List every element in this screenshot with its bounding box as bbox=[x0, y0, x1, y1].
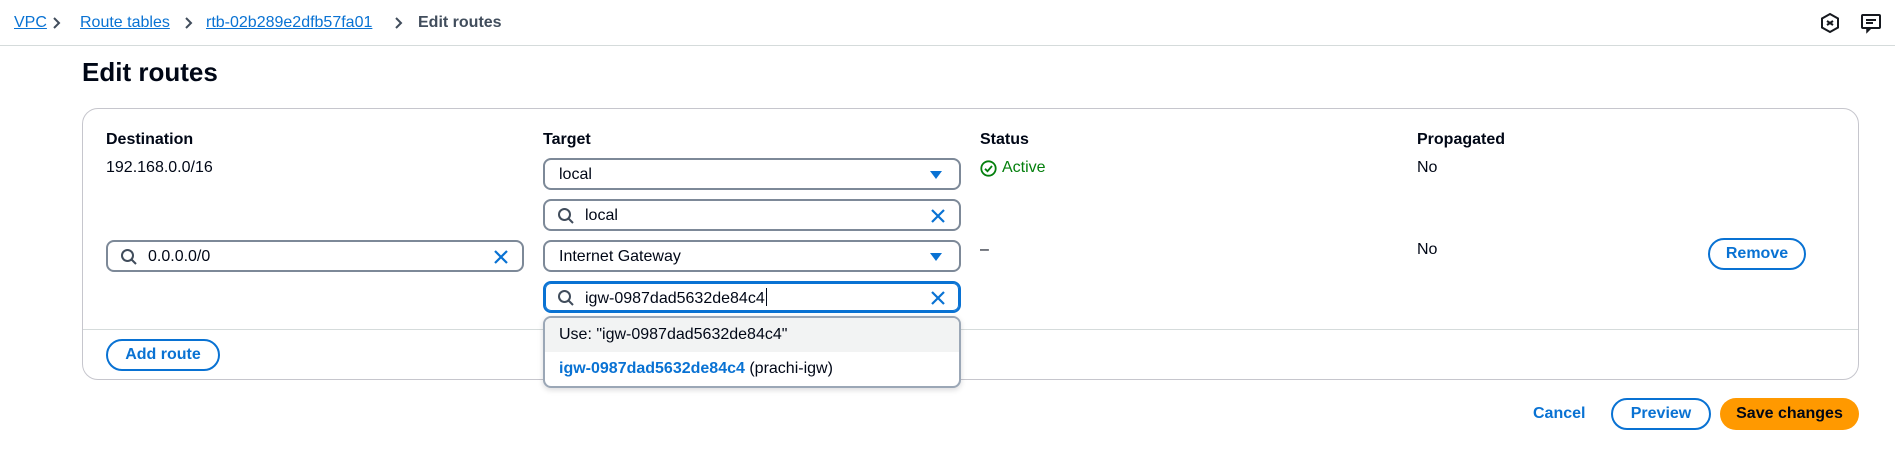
feedback-icon[interactable] bbox=[1860, 12, 1882, 34]
clear-icon[interactable] bbox=[929, 207, 947, 225]
breadcrumb-current: Edit routes bbox=[418, 14, 502, 31]
cancel-button[interactable]: Cancel bbox=[1533, 404, 1585, 424]
route-1-target-type-select[interactable]: local bbox=[543, 158, 961, 190]
preview-button[interactable]: Preview bbox=[1611, 398, 1711, 430]
column-header-status: Status bbox=[980, 131, 1029, 148]
remove-route-button[interactable]: Remove bbox=[1708, 238, 1806, 270]
dropdown-igw-option-name: (prachi-igw) bbox=[749, 360, 833, 377]
route-2-propagated: No bbox=[1417, 241, 1438, 258]
caret-down-icon bbox=[930, 253, 942, 261]
dropdown-igw-option-id: igw-0987dad5632de84c4 bbox=[559, 360, 745, 377]
chevron-right-icon bbox=[185, 17, 193, 29]
dropdown-use-option-label: Use: "igw-0987dad5632de84c4" bbox=[559, 326, 788, 343]
chevron-right-icon bbox=[395, 17, 403, 29]
save-changes-button[interactable]: Save changes bbox=[1720, 398, 1859, 430]
search-icon bbox=[558, 208, 574, 224]
search-icon bbox=[121, 249, 137, 265]
clear-icon[interactable] bbox=[929, 289, 947, 307]
route-2-target-search-text: igw-0987dad5632de84c4 bbox=[585, 288, 767, 309]
success-check-icon bbox=[980, 160, 997, 177]
dropdown-igw-option[interactable]: igw-0987dad5632de84c4 (prachi-igw) bbox=[545, 352, 959, 386]
route-1-status-label: Active bbox=[1002, 159, 1046, 176]
caret-down-icon bbox=[930, 171, 942, 179]
route-1-target-search-value: local bbox=[585, 207, 618, 224]
route-2-target-search-value: igw-0987dad5632de84c4 bbox=[585, 290, 765, 307]
route-1-target-search-input[interactable]: local bbox=[543, 199, 961, 231]
column-header-destination: Destination bbox=[106, 131, 194, 148]
route-1-destination: 192.168.0.0/16 bbox=[106, 159, 213, 176]
route-2-status: – bbox=[980, 241, 989, 258]
column-header-target: Target bbox=[543, 131, 591, 148]
route-2-destination-input[interactable]: 0.0.0.0/0 bbox=[106, 240, 524, 272]
top-bar: VPC Route tables rtb-02b289e2dfb57fa01 E… bbox=[0, 0, 1895, 46]
divider bbox=[83, 329, 1858, 330]
add-route-button[interactable]: Add route bbox=[106, 339, 220, 371]
dropdown-igw-option-text: igw-0987dad5632de84c4 (prachi-igw) bbox=[559, 359, 833, 379]
target-dropdown-menu: Use: "igw-0987dad5632de84c4" igw-0987dad… bbox=[543, 316, 961, 388]
settings-hexagon-icon[interactable] bbox=[1819, 12, 1841, 34]
route-1-target-type-value: local bbox=[559, 166, 592, 183]
chevron-right-icon bbox=[53, 17, 61, 29]
text-cursor bbox=[765, 288, 767, 306]
column-header-propagated: Propagated bbox=[1417, 131, 1506, 148]
breadcrumb-vpc[interactable]: VPC bbox=[14, 13, 47, 33]
breadcrumb-route-table-id[interactable]: rtb-02b289e2dfb57fa01 bbox=[206, 13, 372, 33]
clear-icon[interactable] bbox=[492, 248, 510, 266]
route-2-target-search-input[interactable]: igw-0987dad5632de84c4 bbox=[543, 281, 961, 313]
breadcrumb-route-tables[interactable]: Route tables bbox=[80, 13, 170, 33]
route-2-target-type-value: Internet Gateway bbox=[559, 248, 681, 265]
route-2-destination-value: 0.0.0.0/0 bbox=[148, 248, 211, 265]
route-2-target-type-select[interactable]: Internet Gateway bbox=[543, 240, 961, 272]
search-icon bbox=[558, 290, 574, 306]
page-title: Edit routes bbox=[82, 57, 218, 87]
route-1-propagated: No bbox=[1417, 159, 1438, 176]
dropdown-use-option[interactable]: Use: "igw-0987dad5632de84c4" bbox=[545, 318, 959, 352]
